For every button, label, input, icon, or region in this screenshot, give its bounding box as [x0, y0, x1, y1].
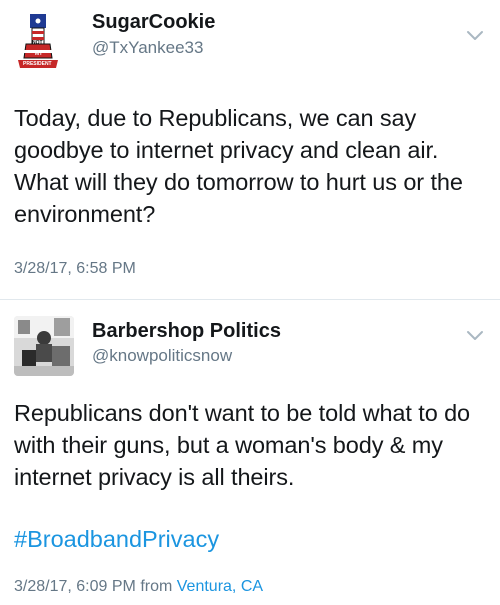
tweet-1[interactable]: NOT MY PRESIDENT SugarCookie @TxYankee33… [0, 0, 500, 300]
user-handle[interactable]: @TxYankee33 [92, 38, 203, 58]
from-label: from [140, 578, 173, 595]
timestamp-value[interactable]: 3/28/17, 6:09 PM [14, 578, 136, 595]
display-name[interactable]: Barbershop Politics [92, 320, 281, 343]
user-handle[interactable]: @knowpoliticsnow [92, 346, 232, 366]
avatar[interactable] [14, 316, 74, 376]
hashtag-link[interactable]: #BroadbandPrivacy [14, 526, 219, 553]
display-name[interactable]: SugarCookie [92, 11, 215, 34]
tweet-timestamp: 3/28/17, 6:09 PM from Ventura, CA [14, 578, 263, 596]
barbershop-photo-avatar-icon [14, 316, 74, 376]
chevron-down-icon[interactable] [466, 330, 484, 342]
avatar-banner: PRESIDENT [23, 61, 52, 67]
chevron-down-icon[interactable] [466, 30, 484, 42]
tweet-2[interactable]: Barbershop Politics @knowpoliticsnow Rep… [0, 300, 500, 605]
location-link[interactable]: Ventura, CA [177, 578, 263, 595]
avatar-badge-top: NOT [32, 40, 43, 46]
tweet-text: Today, due to Republicans, we can say go… [14, 105, 463, 227]
tweet-text: Republicans don't want to be told what t… [14, 400, 471, 490]
avatar[interactable]: NOT MY PRESIDENT [14, 12, 74, 72]
avatar-badge-mid: MY [35, 51, 43, 57]
tweet-timestamp[interactable]: 3/28/17, 6:58 PM [14, 260, 136, 278]
